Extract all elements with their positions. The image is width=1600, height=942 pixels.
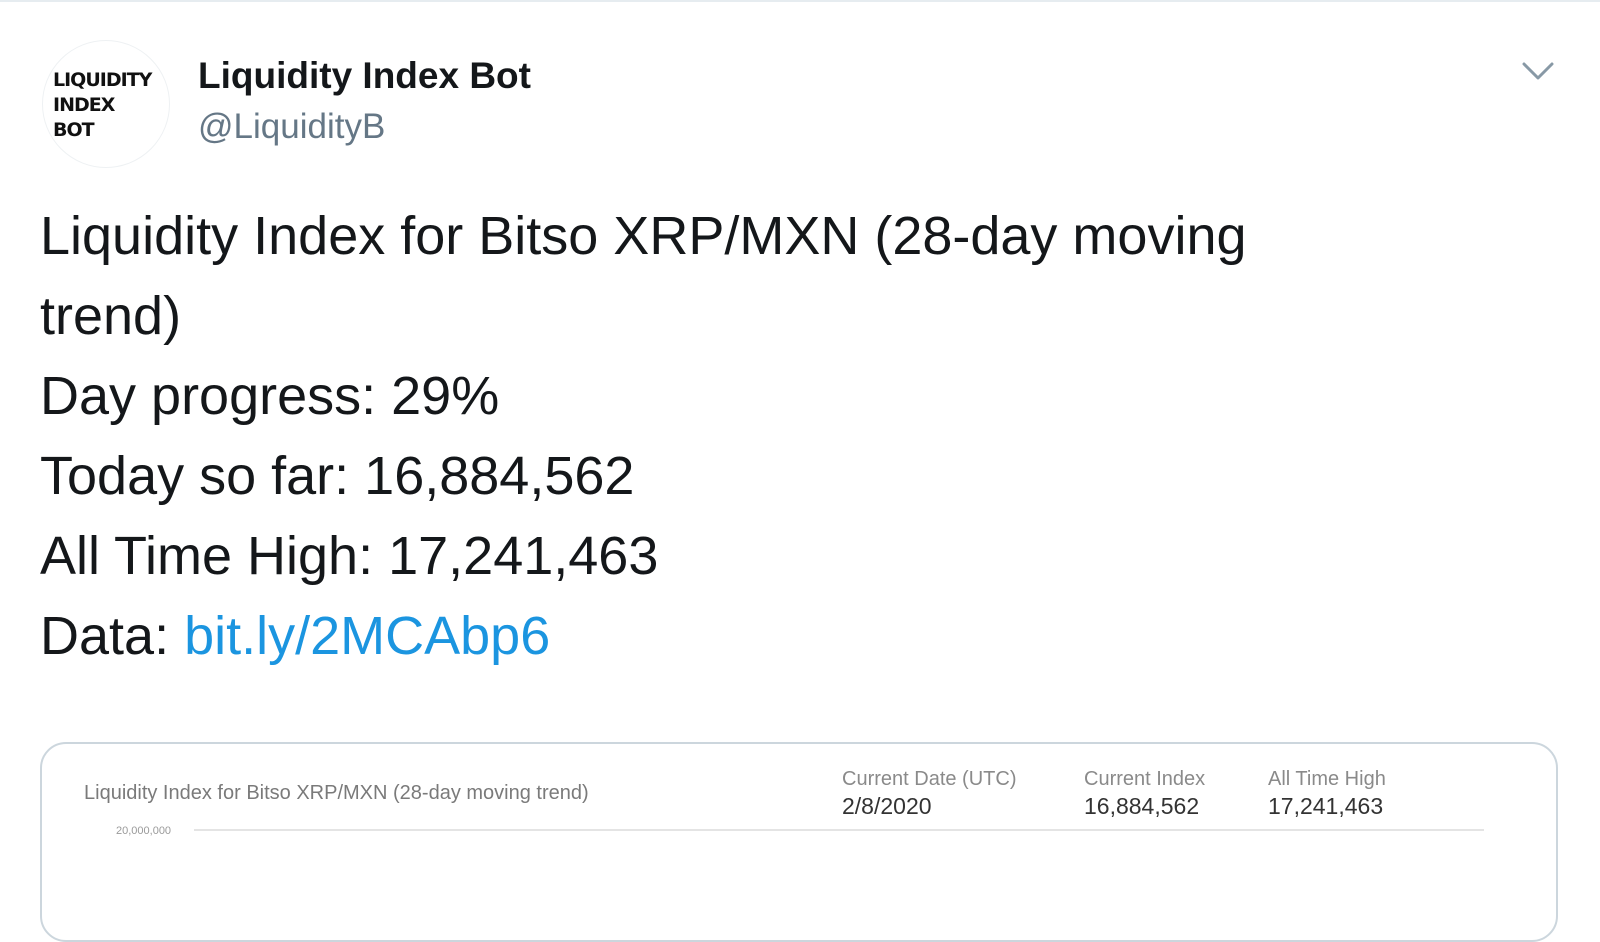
tweet: LIQUIDITY INDEX BOT Liquidity Index Bot …: [0, 0, 1600, 942]
tweet-text-line: trend): [40, 286, 182, 346]
author-handle[interactable]: @LiquidityB: [198, 106, 385, 148]
all-time-high-text: All Time High: 17,241,463: [40, 526, 659, 586]
link-card[interactable]: Liquidity Index for Bitso XRP/MXN (28-da…: [40, 742, 1558, 942]
tweet-text: Liquidity Index for Bitso XRP/MXN (28-da…: [40, 196, 1540, 676]
author-display-name[interactable]: Liquidity Index Bot: [198, 54, 531, 98]
avatar-logo: LIQUIDITY INDEX BOT: [53, 69, 152, 141]
stat-label: All Time High: [1268, 768, 1386, 790]
y-tick-label: 20,000,000: [116, 825, 171, 837]
stat-current-index: Current Index 16,884,562: [1084, 766, 1205, 820]
data-label: Data:: [40, 606, 185, 666]
data-link[interactable]: bit.ly/2MCAbp6: [184, 606, 550, 666]
stat-value: 17,241,463: [1268, 793, 1384, 819]
day-progress-text: Day progress: 29%: [40, 366, 500, 426]
stat-label: Current Date (UTC): [842, 768, 1017, 790]
stat-value: 2/8/2020: [842, 793, 932, 819]
chevron-down-icon[interactable]: [1518, 54, 1558, 88]
card-chart: 20,000,000: [116, 825, 1484, 837]
stat-current-date: Current Date (UTC) 2/8/2020: [842, 766, 1016, 820]
stat-label: Current Index: [1084, 768, 1206, 790]
card-chart-title: Liquidity Index for Bitso XRP/MXN (28-da…: [84, 782, 589, 804]
data-line: Data: bit.ly/2MCAbp6: [40, 596, 1540, 676]
today-so-far-text: Today so far: 16,884,562: [40, 446, 635, 506]
avatar[interactable]: LIQUIDITY INDEX BOT: [42, 40, 170, 168]
stat-value: 16,884,562: [1084, 793, 1200, 819]
tweet-text-line: Liquidity Index for Bitso XRP/MXN (28-da…: [40, 206, 1247, 266]
stat-all-time-high: All Time High 17,241,463: [1268, 766, 1386, 820]
